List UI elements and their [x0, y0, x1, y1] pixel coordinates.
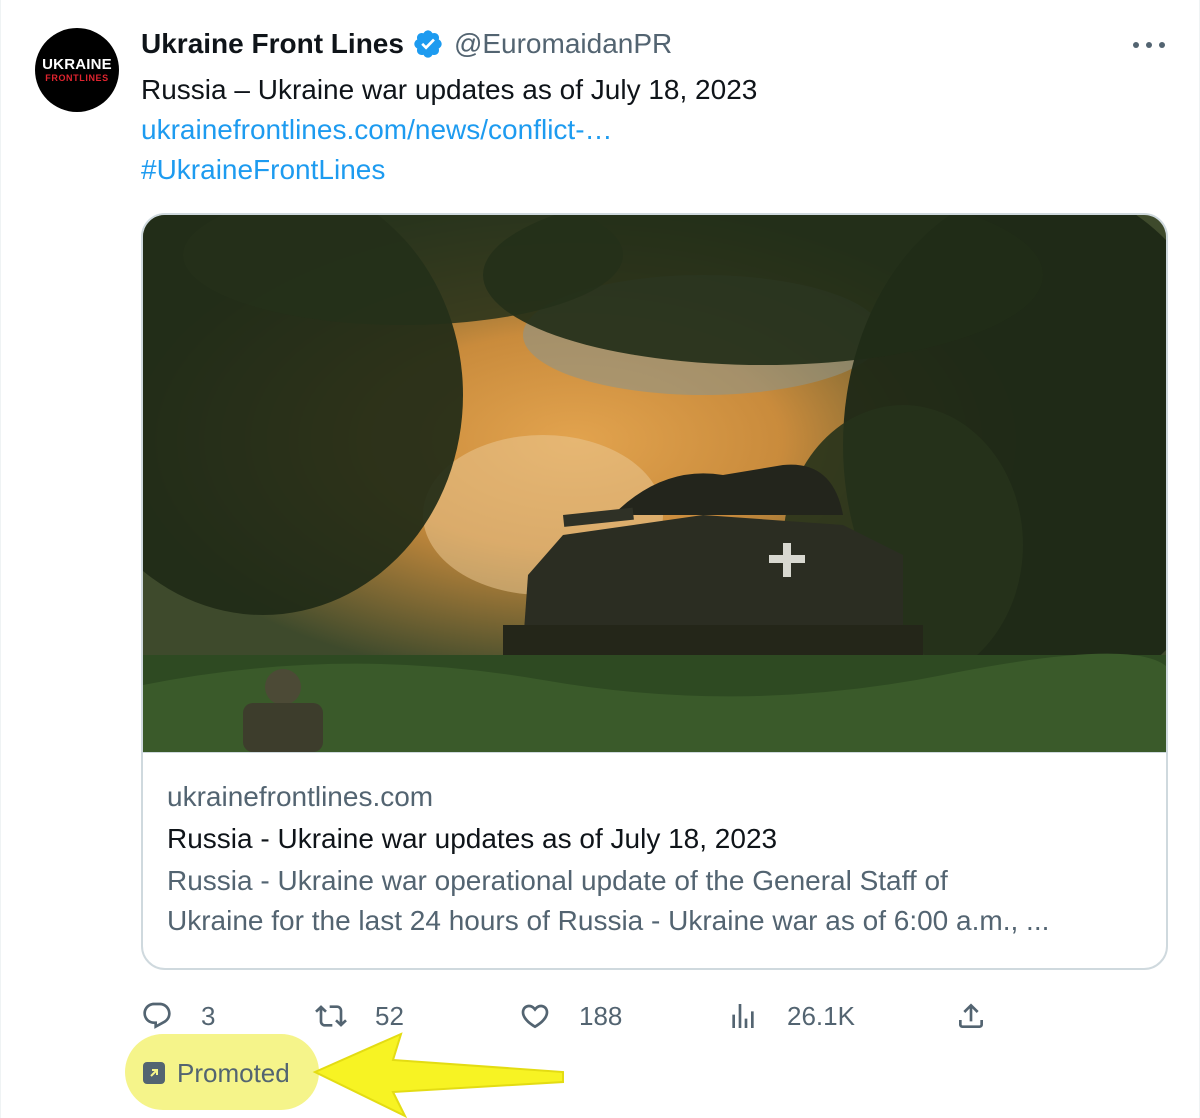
more-dot — [1133, 42, 1139, 48]
link-preview-card[interactable]: ukrainefrontlines.com Russia - Ukraine w… — [141, 213, 1168, 970]
promoted-label[interactable]: Promoted — [143, 1055, 290, 1091]
card-image[interactable] — [143, 215, 1166, 752]
tweet-link[interactable]: ukrainefrontlines.com/news/conflict-… — [141, 110, 613, 150]
share-button[interactable] — [955, 996, 987, 1036]
reply-count: 3 — [201, 1000, 216, 1031]
reply-icon — [143, 1002, 171, 1029]
author-name[interactable]: Ukraine Front Lines — [141, 28, 404, 60]
tweet-header: Ukraine Front Lines @EuromaidanPR — [141, 26, 672, 62]
tweet-text: Russia – Ukraine war updates as of July … — [141, 74, 758, 105]
reply-button[interactable]: 3 — [141, 996, 215, 1036]
card-description-line2: Ukraine for the last 24 hours of Russia … — [167, 905, 1050, 936]
card-title: Russia - Ukraine war updates as of July … — [167, 823, 778, 854]
more-options-icon[interactable] — [1129, 30, 1169, 60]
like-count: 188 — [579, 1000, 623, 1031]
share-icon — [959, 1003, 983, 1028]
annotation-arrow-icon — [312, 1032, 564, 1118]
card-body[interactable]: ukrainefrontlines.com Russia - Ukraine w… — [143, 752, 1166, 968]
avatar-text-line1: UKRAINE — [42, 55, 112, 73]
card-description-line1: Russia - Ukraine war operational update … — [167, 865, 948, 896]
tank-photo-illustration — [143, 215, 1166, 752]
views-chart-icon — [732, 1004, 754, 1028]
views-button[interactable]: 26.1K — [727, 996, 855, 1036]
more-dot — [1159, 42, 1165, 48]
avatar[interactable]: UKRAINE FRONTLINES — [35, 28, 119, 112]
more-dot — [1146, 42, 1152, 48]
promoted-arrow-icon — [143, 1062, 165, 1084]
avatar-text-line2: FRONTLINES — [45, 72, 109, 83]
verified-badge-icon — [414, 30, 442, 58]
promoted-text: Promoted — [177, 1057, 290, 1088]
tweet-hashtag[interactable]: #UkraineFrontLines — [141, 150, 385, 190]
tweet-actions: 3 52 188 26.1K — [141, 996, 1021, 1036]
author-handle[interactable]: @EuromaidanPR — [454, 28, 672, 60]
views-count: 26.1K — [787, 1000, 855, 1031]
card-domain: ukrainefrontlines.com — [167, 781, 434, 812]
tweet-container[interactable]: UKRAINE FRONTLINES Ukraine Front Lines @… — [0, 0, 1200, 1118]
